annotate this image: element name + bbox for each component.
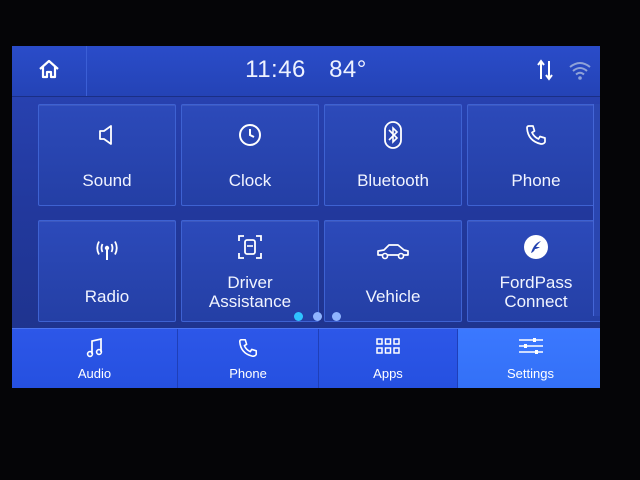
nav-label: Settings xyxy=(507,366,554,381)
page-dot[interactable] xyxy=(294,312,303,321)
tile-bluetooth[interactable]: Bluetooth xyxy=(324,104,462,206)
page-dot[interactable] xyxy=(313,312,322,321)
tile-label-line: Driver xyxy=(227,273,273,292)
status-readout: 11:46 84° xyxy=(12,56,600,84)
tile-label: Sound xyxy=(82,171,132,190)
sort-arrows-icon xyxy=(536,58,554,87)
status-icons xyxy=(536,58,592,87)
tile-fordpass-connect[interactable]: FordPass Connect xyxy=(467,220,600,322)
tile-label-line: Assistance xyxy=(208,292,292,311)
nav-settings[interactable]: Settings xyxy=(458,329,600,388)
apps-grid-icon xyxy=(319,337,457,355)
clock-time: 11:46 xyxy=(245,56,306,83)
tile-label-line: Connect xyxy=(504,292,568,311)
status-bar: 11:46 84° xyxy=(12,46,600,97)
settings-grid: Sound Clock Bluetooth Phone Radio Driver… xyxy=(38,104,600,322)
clock-icon xyxy=(182,119,318,151)
tile-label-line: FordPass xyxy=(499,273,573,292)
infotainment-screen: 11:46 84° Sound Clock Bluetooth Phone Ra… xyxy=(12,46,600,388)
outside-temperature: 84° xyxy=(329,56,367,83)
nav-label: Audio xyxy=(77,366,112,381)
tile-label: Phone xyxy=(511,171,561,190)
nav-label: Phone xyxy=(229,366,267,381)
car-icon xyxy=(325,235,461,267)
next-page-peek xyxy=(593,104,600,316)
tile-label: Vehicle xyxy=(365,287,421,306)
bluetooth-icon xyxy=(325,119,461,151)
wifi-icon xyxy=(568,60,592,85)
tile-radio[interactable]: Radio xyxy=(38,220,176,322)
nav-phone[interactable]: Phone xyxy=(178,329,319,388)
tile-label: Bluetooth xyxy=(357,171,429,190)
phone-icon xyxy=(468,119,600,151)
nav-label: Apps xyxy=(373,366,403,381)
bottom-nav: Audio Phone Apps Settings xyxy=(12,328,600,388)
tile-phone[interactable]: Phone xyxy=(467,104,600,206)
fordpass-icon xyxy=(468,231,600,263)
speaker-icon xyxy=(39,119,175,151)
page-dot[interactable] xyxy=(332,312,341,321)
nav-audio[interactable]: Audio xyxy=(12,329,178,388)
tile-clock[interactable]: Clock xyxy=(181,104,319,206)
tile-label: Radio xyxy=(84,287,130,306)
tile-label: FordPass Connect xyxy=(468,273,600,311)
sliders-icon xyxy=(458,337,600,355)
page-indicator xyxy=(294,312,341,321)
tile-label: Driver Assistance xyxy=(182,273,318,311)
music-note-icon xyxy=(12,337,177,359)
tile-driver-assistance[interactable]: Driver Assistance xyxy=(181,220,319,322)
tile-sound[interactable]: Sound xyxy=(38,104,176,206)
radio-signal-icon xyxy=(39,235,175,267)
nav-apps[interactable]: Apps xyxy=(319,329,458,388)
phone-icon xyxy=(178,337,318,359)
driver-assist-icon xyxy=(182,231,318,263)
tile-vehicle[interactable]: Vehicle xyxy=(324,220,462,322)
tile-label: Clock xyxy=(228,171,272,190)
